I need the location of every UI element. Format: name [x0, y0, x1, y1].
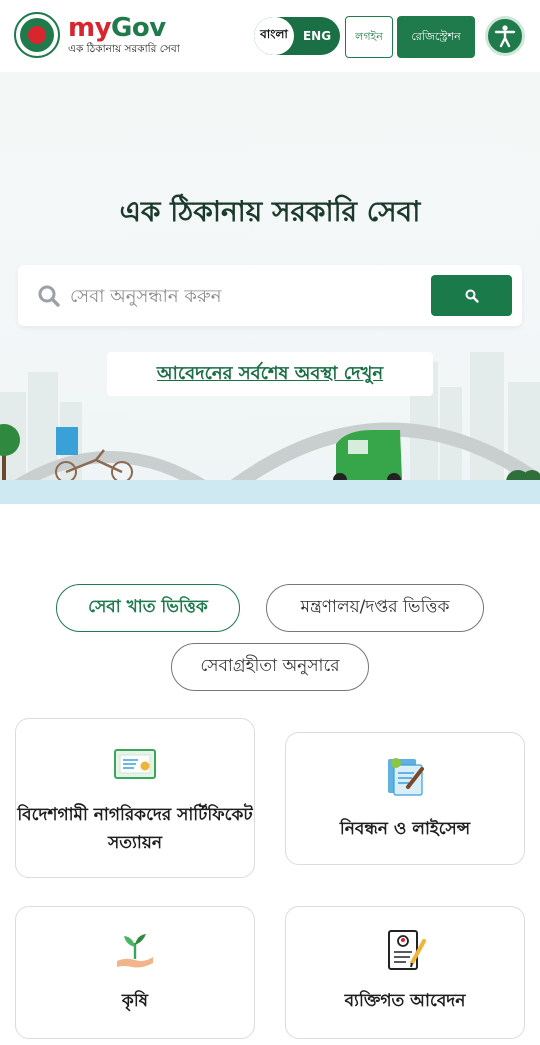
government-emblem-icon [14, 12, 60, 58]
accessibility-button[interactable] [485, 16, 525, 56]
service-card-registration-license[interactable]: নিবন্ধন ও লাইসেন্স [285, 732, 525, 865]
hero-section: এক ঠিকানায় সরকারি সেবা আবেদনের সর্বশেষ … [0, 72, 540, 504]
brand-name: myGov [68, 14, 180, 42]
service-card-label: নিবন্ধন ও লাইসেন্স [339, 819, 471, 839]
auto-rickshaw-icon [333, 430, 402, 487]
registration-license-icon [388, 758, 424, 796]
tab-service-sector[interactable]: সেবা খাত ভিত্তিক [56, 584, 240, 632]
search-icon [38, 285, 60, 307]
service-card-label: ব্যক্তিগত আবেদন [344, 991, 466, 1011]
agriculture-plant-icon [117, 934, 153, 968]
tab-service-recipient[interactable]: সেবাগ্রহীতা অনুসারে [171, 643, 369, 691]
application-status-link-box: আবেদনের সর্বশেষ অবস্থা দেখুন [107, 352, 433, 396]
search-button-icon [465, 289, 479, 303]
language-option-bangla[interactable]: বাংলা [254, 17, 294, 55]
language-toggle[interactable]: বাংলা ENG [254, 17, 340, 55]
brand-name-my: my [68, 13, 112, 43]
service-card-certificate-attestation[interactable]: বিদেশগামী নাগরিকদের সার্টিফিকেট সত্যায়ন [15, 718, 255, 878]
brand-name-gov: Gov [111, 13, 166, 43]
login-button[interactable]: লগইন [345, 16, 393, 58]
service-card-agriculture[interactable]: কৃষি [15, 906, 255, 1039]
service-card-label: বিদেশগামী নাগরিকদের সার্টিফিকেট সত্যায়ন [17, 805, 253, 853]
search-button[interactable] [431, 275, 512, 316]
service-card-label: কৃষি [121, 991, 149, 1011]
tab-ministry-office[interactable]: মন্ত্রণালয়/দপ্তর ভিত্তিক [266, 584, 484, 632]
ground-strip [0, 480, 540, 504]
certificate-icon [114, 749, 156, 779]
search-input[interactable] [70, 279, 420, 313]
registration-button[interactable]: রেজিস্ট্রেশন [397, 16, 475, 58]
application-status-link[interactable]: আবেদনের সর্বশেষ অবস্থা দেখুন [157, 359, 383, 390]
hero-title: এক ঠিকানায় সরকারি সেবা [119, 195, 421, 228]
service-search-bar [18, 265, 522, 326]
top-header: myGov এক ঠিকানায় সরকারি সেবা বাংলা ENG … [0, 0, 540, 72]
brand-tagline: এক ঠিকানায় সরকারি সেবা [68, 43, 180, 55]
accessibility-icon [494, 25, 516, 48]
service-card-personal-application[interactable]: ব্যক্তিগত আবেদন [285, 906, 525, 1039]
language-option-english[interactable]: ENG [294, 29, 340, 43]
personal-application-icon [388, 930, 426, 970]
city-skyline-illustration [0, 352, 540, 502]
mygov-logo[interactable]: myGov এক ঠিকানায় সরকারি সেবা [14, 12, 180, 58]
